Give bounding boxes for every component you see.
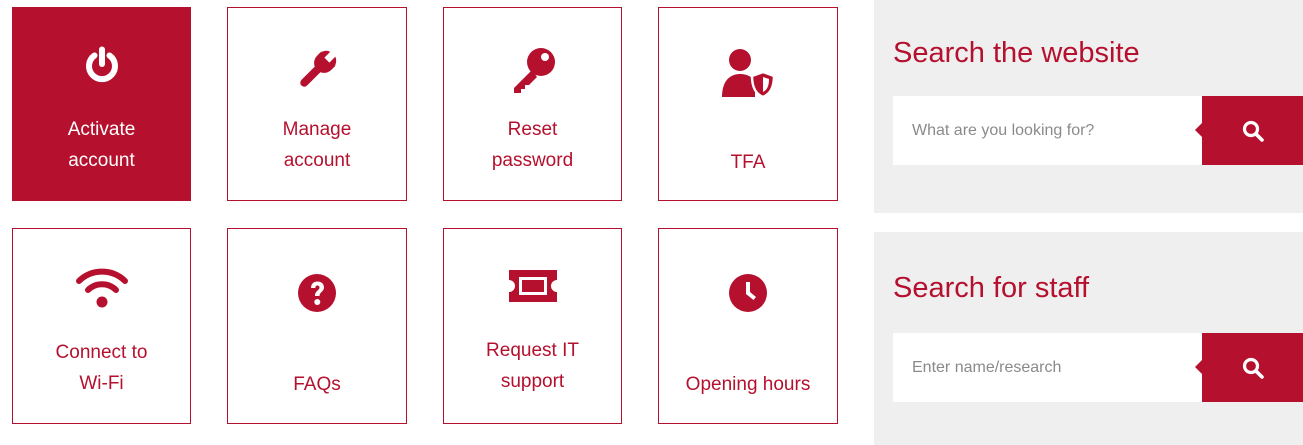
tile-faqs[interactable]: FAQs	[227, 228, 407, 424]
tile-label: Reset password	[491, 119, 574, 171]
search-website-panel: Search the website	[874, 0, 1303, 213]
question-circle-icon	[228, 274, 406, 312]
tile-reset-password[interactable]: Reset password	[443, 7, 622, 201]
wifi-icon	[13, 265, 190, 309]
search-staff-panel: Search for staff	[874, 232, 1303, 445]
tile-label: Connect to Wi-Fi	[55, 342, 148, 394]
tile-label: Request IT support	[486, 340, 579, 392]
tile-connect-wifi[interactable]: Connect to Wi-Fi	[12, 228, 191, 424]
clock-icon	[659, 274, 837, 312]
search-website-title: Search the website	[893, 37, 1140, 69]
tile-label: Manage account	[282, 119, 352, 171]
tile-opening-hours[interactable]: Opening hours	[658, 228, 838, 424]
search-button-notch	[1195, 123, 1202, 137]
tile-label: FAQs	[293, 373, 341, 395]
search-icon	[1242, 120, 1264, 142]
search-staff-input[interactable]	[893, 333, 1202, 402]
tile-label: Activate account	[67, 119, 136, 171]
search-staff-title: Search for staff	[893, 272, 1090, 304]
search-website-input[interactable]	[893, 96, 1202, 165]
search-icon	[1242, 357, 1264, 379]
key-icon	[444, 45, 621, 95]
ticket-icon	[444, 268, 621, 304]
power-icon	[13, 46, 190, 86]
tile-label: TFA	[730, 151, 766, 173]
tile-tfa[interactable]: TFA	[658, 7, 838, 201]
tile-activate-account[interactable]: Activate account	[12, 7, 191, 201]
tile-request-it-support[interactable]: Request IT support	[443, 228, 622, 424]
search-staff-button[interactable]	[1195, 333, 1303, 402]
tile-label: Opening hours	[685, 373, 811, 395]
tile-manage-account[interactable]: Manage account	[227, 7, 407, 201]
search-website-button[interactable]	[1195, 96, 1303, 165]
user-shield-icon	[659, 48, 837, 98]
wrench-icon	[228, 48, 406, 92]
search-button-notch	[1195, 360, 1202, 374]
